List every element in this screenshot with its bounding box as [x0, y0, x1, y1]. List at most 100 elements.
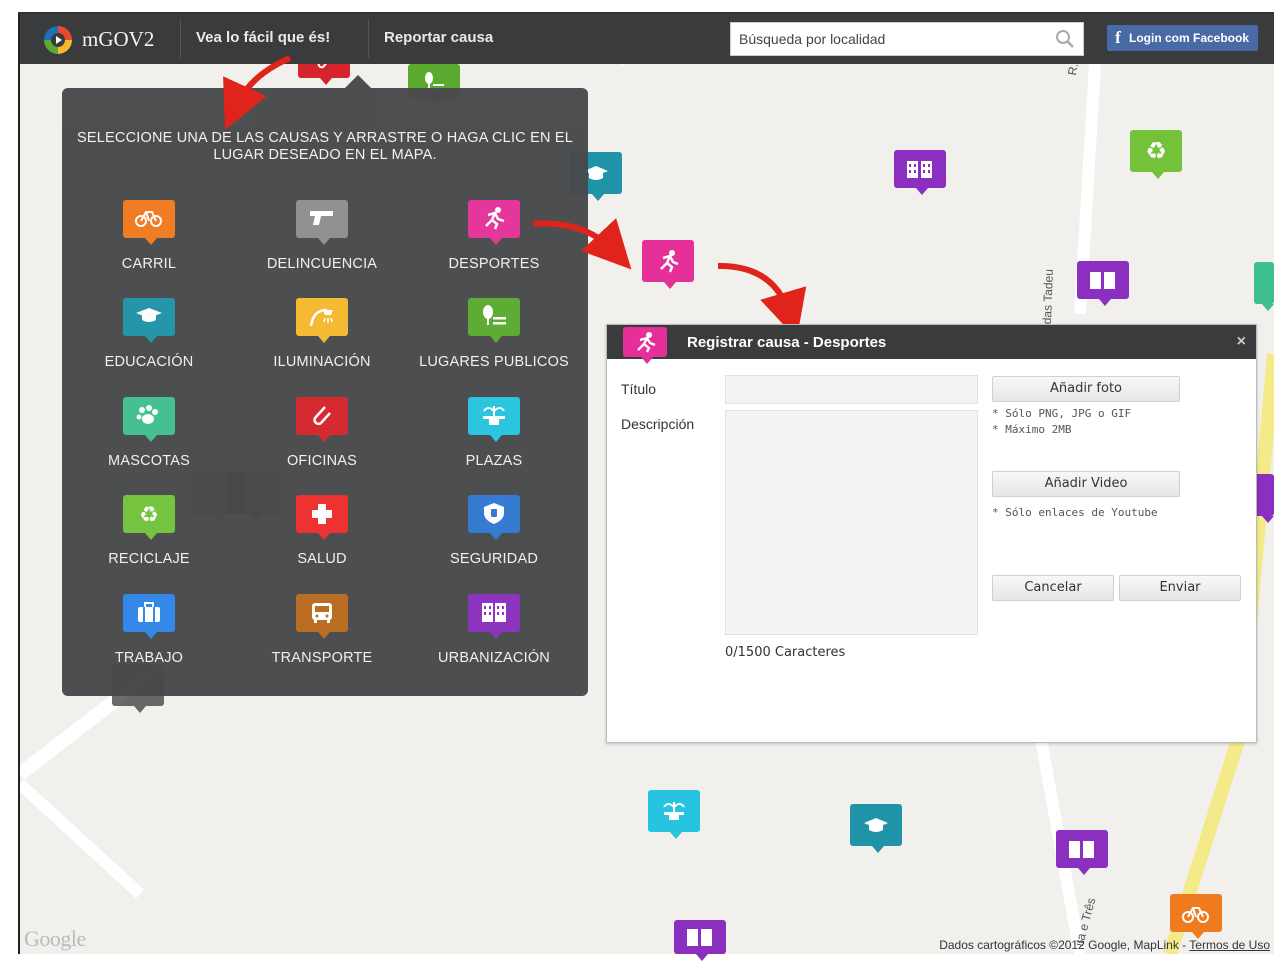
cause-option-carril[interactable]: CARRIL	[63, 200, 235, 272]
cause-option-delincuencia[interactable]: DELINCUENCIA	[236, 200, 408, 272]
cause-label: RECICLAJE	[108, 551, 190, 567]
map-marker-urbanizacion[interactable]	[674, 920, 726, 961]
map-marker-desportes[interactable]	[642, 240, 694, 289]
nav-divider	[368, 20, 369, 58]
dialog-title: Registrar causa - Desportes	[687, 334, 887, 351]
buildings-icon	[482, 603, 506, 622]
buildings-icon	[687, 929, 712, 946]
paperclip-icon	[313, 406, 331, 426]
cause-option-transporte[interactable]: TRANSPORTE	[236, 594, 408, 666]
cause-marker[interactable]	[296, 397, 348, 442]
cause-option-mascotas[interactable]: MASCOTAS	[63, 397, 235, 469]
cause-label: DELINCUENCIA	[266, 256, 378, 272]
bicycle-icon	[1182, 907, 1209, 923]
cause-option-salud[interactable]: SALUD	[236, 495, 408, 567]
cause-marker[interactable]	[468, 495, 520, 540]
cause-option-seguridad[interactable]: SEGURIDAD	[408, 495, 580, 567]
cause-marker[interactable]	[468, 594, 520, 639]
cause-marker[interactable]	[296, 298, 348, 343]
add-photo-button[interactable]: Añadir foto	[992, 376, 1180, 402]
cause-label: MASCOTAS	[108, 453, 190, 469]
buildings-icon	[1090, 272, 1115, 289]
fountain-icon	[483, 406, 505, 425]
cause-option-lugares-publicos[interactable]: LUGARES PUBLICOS	[408, 298, 580, 370]
cause-marker[interactable]: ♻	[123, 495, 175, 540]
map-marker-reciclaje[interactable]: ♻	[1130, 130, 1182, 179]
add-video-button[interactable]: Añadir Video	[992, 471, 1180, 497]
recycle-icon: ♻	[1145, 137, 1167, 165]
cause-option-educacion[interactable]: EDUCACIÓN	[63, 298, 235, 370]
cause-marker[interactable]	[123, 298, 175, 343]
bus-icon	[312, 603, 332, 623]
logo[interactable]: mGOV2	[40, 22, 154, 56]
cause-option-plazas[interactable]: PLAZAS	[408, 397, 580, 469]
cause-option-iluminacion[interactable]: ILUMINACIÓN	[236, 298, 408, 370]
map-marker-educacion[interactable]	[850, 804, 902, 853]
nav-link-report-cause[interactable]: Reportar causa	[384, 29, 493, 46]
photo-size-note: * Máximo 2MB	[992, 423, 1072, 436]
cause-label: ILUMINACIÓN	[273, 354, 371, 370]
search-icon[interactable]	[1055, 29, 1075, 49]
cause-marker[interactable]	[468, 200, 520, 245]
cause-marker[interactable]	[468, 397, 520, 442]
fountain-icon	[663, 802, 685, 820]
location-search-input[interactable]	[737, 23, 1051, 55]
buildings-icon	[1069, 841, 1094, 858]
map-marker-edge[interactable]	[1254, 262, 1274, 311]
cause-marker[interactable]	[296, 495, 348, 540]
runner-icon	[637, 332, 656, 353]
runner-icon	[660, 250, 679, 273]
cause-option-trabajo[interactable]: TRABAJO	[63, 594, 235, 666]
terms-link[interactable]: Termos de Uso	[1189, 938, 1270, 952]
map-attribution: Dados cartográficos ©2012 Google, MapLin…	[939, 938, 1270, 952]
briefcase-icon	[138, 602, 160, 622]
cause-label: TRANSPORTE	[271, 650, 373, 666]
close-icon[interactable]: ×	[1237, 333, 1246, 351]
park-bench-icon	[483, 305, 506, 325]
cause-marker[interactable]	[296, 594, 348, 639]
description-textarea[interactable]	[725, 410, 978, 635]
nav-link-how-it-works[interactable]: Vea lo fácil que és!	[196, 29, 330, 46]
map-marker-carril[interactable]	[1170, 894, 1222, 939]
map-marker-urbanizacion[interactable]	[894, 150, 946, 195]
cause-label: OFICINAS	[286, 453, 358, 469]
cause-marker[interactable]	[123, 200, 175, 245]
graduation-cap-icon	[864, 818, 888, 832]
window-border	[18, 14, 20, 954]
map-marker-plazas[interactable]	[648, 790, 700, 839]
cause-label: TRABAJO	[114, 650, 184, 666]
cause-marker[interactable]	[123, 594, 175, 639]
title-input[interactable]	[725, 375, 978, 404]
map-marker-edge[interactable]	[1254, 474, 1274, 523]
cause-label: EDUCACIÓN	[104, 354, 194, 370]
cause-marker[interactable]	[296, 200, 348, 245]
cause-label: PLAZAS	[465, 453, 523, 469]
send-button[interactable]: Enviar	[1119, 575, 1241, 601]
google-logo: Google	[24, 926, 86, 951]
cancel-button[interactable]: Cancelar	[992, 575, 1114, 601]
svg-text:♻: ♻	[139, 503, 159, 527]
cause-option-oficinas[interactable]: OFICINAS	[236, 397, 408, 469]
map-marker-urbanizacion[interactable]	[1077, 261, 1129, 306]
cause-label: URBANIZACIÓN	[438, 650, 550, 666]
facebook-login-label: Login com Facebook	[1129, 31, 1250, 45]
top-navigation-bar: mGOV2 Vea lo fácil que és! Reportar caus…	[20, 14, 1274, 64]
street-label: das Tadeu	[1040, 268, 1056, 325]
health-cross-icon	[312, 504, 332, 524]
buildings-icon	[907, 161, 932, 178]
cause-marker[interactable]	[468, 298, 520, 343]
description-label: Descripción	[621, 416, 695, 432]
paw-icon	[136, 405, 158, 424]
panel-instruction: SELECCIONE UNA DE LAS CAUSAS Y ARRASTRE …	[77, 130, 573, 163]
location-search	[730, 22, 1084, 56]
streetlight-icon	[309, 308, 333, 327]
register-cause-dialog: Registrar causa - Desportes × Título Des…	[606, 324, 1257, 743]
cause-option-desportes[interactable]: DESPORTES	[408, 200, 580, 272]
cause-marker[interactable]	[123, 397, 175, 442]
cause-label: LUGARES PUBLICOS	[419, 354, 569, 370]
facebook-login-button[interactable]: f Login com Facebook	[1107, 25, 1258, 51]
attribution-text: Dados cartográficos ©2012 Google, MapLin…	[939, 938, 1187, 952]
map-marker-urbanizacion[interactable]	[1056, 830, 1108, 875]
cause-option-reciclaje[interactable]: ♻ RECICLAJE	[63, 495, 235, 567]
cause-option-urbanizacion[interactable]: URBANIZACIÓN	[408, 594, 580, 666]
